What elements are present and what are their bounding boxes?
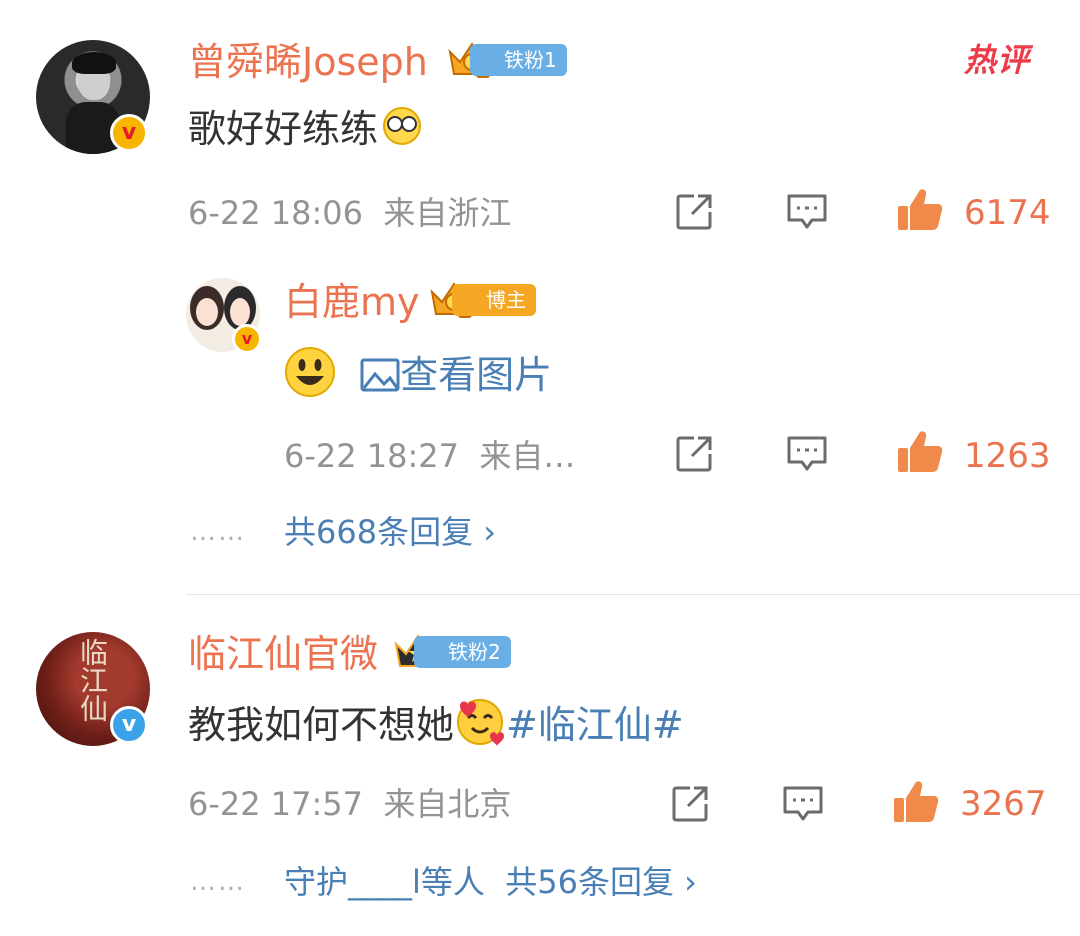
like-count: 3267 bbox=[960, 784, 1047, 824]
avatar-calligraphy: 临江仙 bbox=[76, 638, 109, 722]
like-icon[interactable] bbox=[896, 186, 944, 234]
more-dots: …… bbox=[190, 867, 246, 897]
share-icon[interactable] bbox=[674, 434, 714, 474]
avatar-linjiangxian[interactable]: 临江仙 v bbox=[36, 632, 150, 746]
hot-comment-label: 热评 bbox=[964, 41, 1031, 79]
more-replies-link[interactable]: 守护____l等人 共56条回复 › bbox=[284, 862, 697, 902]
comment-text: 歌好好练练 bbox=[188, 104, 424, 152]
fan-badge: 铁粉1 bbox=[470, 44, 567, 76]
comment-text: 教我如何不想她 #临江仙# bbox=[188, 696, 684, 748]
avatar-zeng[interactable]: v bbox=[36, 40, 150, 154]
avatar-bailu[interactable]: v bbox=[186, 278, 262, 354]
smile-emoji-icon bbox=[285, 347, 335, 397]
comment-time: 6-22 17:57 来自北京 bbox=[188, 785, 512, 823]
hashtag-link[interactable]: #临江仙# bbox=[506, 703, 684, 747]
reply-users[interactable]: 守护____l等人 bbox=[284, 863, 485, 901]
comment-icon[interactable] bbox=[786, 192, 828, 232]
like-count: 1263 bbox=[964, 436, 1051, 476]
comment-icon[interactable] bbox=[786, 434, 828, 474]
glasses-emoji-icon bbox=[383, 107, 422, 145]
reply-author[interactable]: 白鹿my bbox=[284, 280, 420, 324]
verified-icon: v bbox=[110, 114, 148, 152]
image-icon[interactable] bbox=[360, 358, 400, 392]
comment-icon[interactable] bbox=[782, 784, 824, 824]
more-replies-link[interactable]: 共668条回复 › bbox=[284, 512, 496, 552]
verified-icon: v bbox=[110, 706, 148, 744]
share-icon[interactable] bbox=[674, 192, 714, 232]
reply-time: 6-22 18:27 来自… bbox=[284, 437, 576, 475]
blogger-badge: 博主 bbox=[452, 284, 536, 316]
view-image-link[interactable]: 查看图片 bbox=[400, 353, 552, 397]
divider bbox=[186, 594, 1080, 595]
love-emoji-icon bbox=[457, 699, 505, 746]
fan-badge: 铁粉2 bbox=[414, 636, 511, 668]
more-dots: …… bbox=[190, 517, 246, 547]
verified-icon: v bbox=[232, 324, 262, 354]
comment-author[interactable]: 曾舜晞Joseph bbox=[188, 40, 428, 84]
like-count: 6174 bbox=[964, 193, 1051, 233]
comment-time: 6-22 18:06 来自浙江 bbox=[188, 194, 512, 232]
share-icon[interactable] bbox=[670, 784, 710, 824]
like-icon[interactable] bbox=[896, 428, 944, 476]
reply-content: 查看图片 bbox=[284, 346, 552, 398]
like-icon[interactable] bbox=[892, 778, 940, 826]
comment-author[interactable]: 临江仙官微 bbox=[188, 632, 378, 676]
